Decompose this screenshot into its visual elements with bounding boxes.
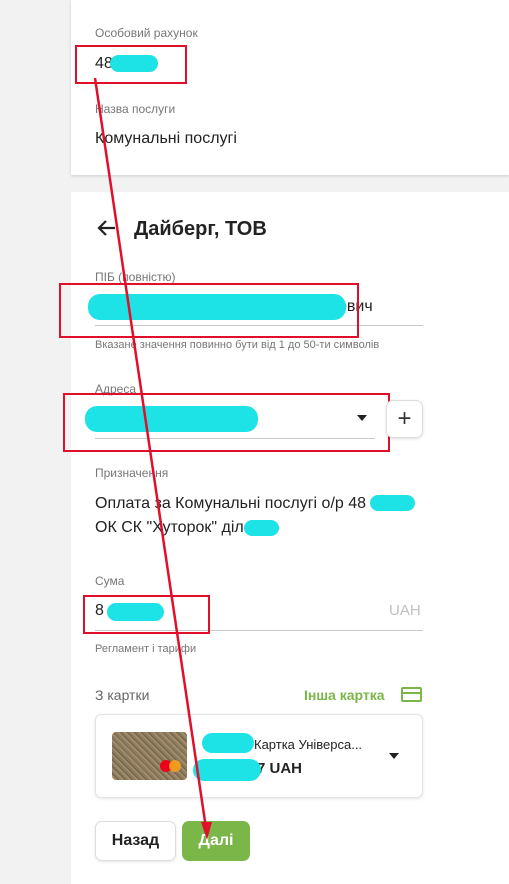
annotation-arrow [93,77,212,840]
